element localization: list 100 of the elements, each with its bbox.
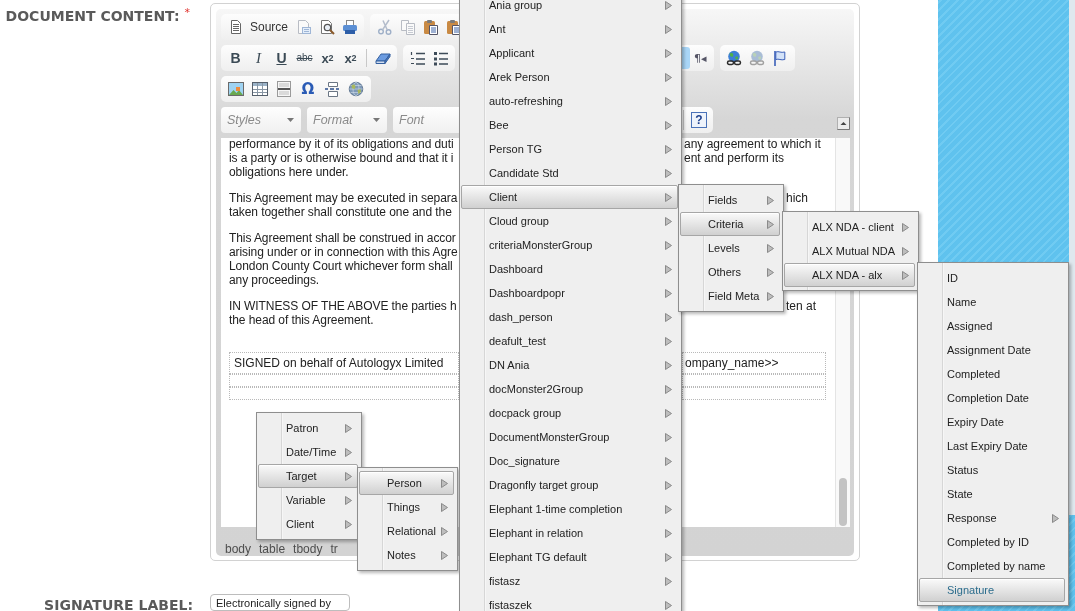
menu-item[interactable]: Completed by name: [919, 554, 1065, 578]
picture-icon[interactable]: [228, 81, 244, 97]
required-marker: *: [184, 6, 190, 19]
menu-item[interactable]: Notes: [359, 543, 454, 567]
menu-item[interactable]: Completed: [919, 362, 1065, 386]
menu-item[interactable]: Person: [359, 471, 454, 495]
collapse-icon[interactable]: [837, 117, 850, 130]
globe-link-icon[interactable]: [726, 50, 743, 66]
italic-button[interactable]: I: [247, 47, 270, 69]
paragraph-text: This Agreement may be executed in separa taken together shall constitute one and the: [229, 191, 459, 219]
menu-item[interactable]: ALX Mutual NDA: [784, 239, 915, 263]
menu-item[interactable]: Elephant in relation: [461, 521, 678, 545]
menu-item[interactable]: Variable: [258, 488, 358, 512]
menu-item[interactable]: Person TG: [461, 137, 678, 161]
menu-item[interactable]: Elephant TG default: [461, 545, 678, 569]
bulleted-list-icon[interactable]: [432, 50, 449, 66]
page-magnifier-icon[interactable]: [318, 19, 335, 35]
menu-item[interactable]: Last Expiry Date: [919, 434, 1065, 458]
superscript-button[interactable]: x$^{2}$: [339, 47, 362, 69]
menu-item[interactable]: Completed by ID: [919, 530, 1065, 554]
menu-item[interactable]: DocumentMonsterGroup: [461, 425, 678, 449]
menu-item[interactable]: Others: [680, 260, 780, 284]
path-item[interactable]: tbody: [293, 542, 323, 557]
menu-item[interactable]: Date/Time: [258, 440, 358, 464]
special-character-button[interactable]: Ω: [296, 78, 320, 100]
menu-item[interactable]: Criteria: [680, 212, 780, 236]
menu-item[interactable]: Client: [258, 512, 358, 536]
field-label: SIGNATURE LABEL:: [44, 597, 193, 611]
clipboard-icon[interactable]: [422, 19, 439, 35]
horizontal-rule-icon[interactable]: [276, 81, 292, 97]
menu-item[interactable]: Status: [919, 458, 1065, 482]
menu-item[interactable]: Dragonfly target group: [461, 473, 678, 497]
paragraph-text: This Agreement shall be construed in accor arising under or in connection with this Agre London County Court whichever form shall any proceedings.: [229, 231, 459, 287]
caret-icon: [373, 118, 380, 122]
menu-item[interactable]: auto-refreshing: [461, 89, 678, 113]
table-cell[interactable]: [682, 387, 826, 400]
menu-item[interactable]: fistasz: [461, 569, 678, 593]
table-cell[interactable]: SIGNED on behalf of Autologyx Limited: [229, 352, 459, 374]
eraser-icon[interactable]: [374, 50, 391, 66]
strikethrough-button[interactable]: abc: [293, 47, 316, 69]
page-break-icon[interactable]: [324, 81, 340, 97]
menu-item[interactable]: ALX NDA - alx: [784, 263, 915, 287]
menu-item[interactable]: deafult_test: [461, 329, 678, 353]
menu-item[interactable]: State: [919, 482, 1065, 506]
menu-item[interactable]: fistaszek: [461, 593, 678, 611]
menu-item[interactable]: Elephant 1-time completion: [461, 497, 678, 521]
menu-item[interactable]: criteriaMonsterGroup: [461, 233, 678, 257]
menu-item[interactable]: Expiry Date: [919, 410, 1065, 434]
path-item[interactable]: tr: [330, 542, 338, 557]
menu-item[interactable]: Candidate Std: [461, 161, 678, 185]
help-button[interactable]: ?: [691, 112, 707, 128]
menu-item[interactable]: ID: [919, 266, 1065, 290]
paragraph-text: ten at: [786, 299, 817, 313]
menu-item[interactable]: Response: [919, 506, 1065, 530]
text-field[interactable]: Electronically signed by: [210, 594, 350, 611]
table-cell[interactable]: [229, 387, 459, 400]
paragraph-text: any agreement to which it ent and perform its: [684, 138, 821, 165]
document-icon: [228, 19, 244, 35]
menu-item[interactable]: DN Ania: [461, 353, 678, 377]
menu-item[interactable]: Signature: [919, 578, 1065, 602]
menu-item[interactable]: Completion Date: [919, 386, 1065, 410]
menu-item[interactable]: docMonster2Group: [461, 377, 678, 401]
menu-item[interactable]: Assignment Date: [919, 338, 1065, 362]
menu-item[interactable]: Ania group: [461, 0, 678, 17]
menu-item[interactable]: Client: [461, 185, 678, 209]
numbered-list-icon[interactable]: [409, 50, 426, 66]
menu-item[interactable]: Name: [919, 290, 1065, 314]
menu-item[interactable]: ALX NDA - client: [784, 215, 915, 239]
menu-item[interactable]: Levels: [680, 236, 780, 260]
menu-item[interactable]: Dashboard: [461, 257, 678, 281]
menu-item[interactable]: Bee: [461, 113, 678, 137]
table-icon[interactable]: [252, 81, 268, 97]
menu-item[interactable]: Cloud group: [461, 209, 678, 233]
menu-item[interactable]: Relational: [359, 519, 454, 543]
globe-icon[interactable]: [348, 81, 364, 97]
scrollbar-thumb[interactable]: [839, 478, 847, 526]
menu-item[interactable]: Fields: [680, 188, 780, 212]
faded-globe-link-icon[interactable]: [749, 50, 766, 66]
menu-item[interactable]: Applicant: [461, 41, 678, 65]
table-cell[interactable]: [229, 374, 459, 387]
menu-item[interactable]: Field Meta: [680, 284, 780, 308]
menu-item[interactable]: Patron: [258, 416, 358, 440]
path-item[interactable]: table: [259, 542, 286, 557]
menu-item[interactable]: Things: [359, 495, 454, 519]
paragraph-text: performance by it of its obligations and duti is a party or is otherwise bound and that it i obligations here under.: [229, 138, 455, 179]
table-cell[interactable]: [682, 374, 826, 387]
menu-item[interactable]: Dashboardpopr: [461, 281, 678, 305]
printer-icon[interactable]: [341, 19, 358, 35]
paragraph-text: IN WITNESS OF THE ABOVE the parties h the head of this Agreement.: [229, 299, 458, 327]
path-item[interactable]: body: [225, 542, 252, 557]
menu-item[interactable]: docpack group: [461, 401, 678, 425]
menu-item[interactable]: Arek Person: [461, 65, 678, 89]
menu-item[interactable]: Assigned: [919, 314, 1065, 338]
menu-item[interactable]: Ant: [461, 17, 678, 41]
underline-button[interactable]: U: [270, 47, 293, 69]
bold-button[interactable]: B: [224, 47, 247, 69]
menu-item[interactable]: dash_person: [461, 305, 678, 329]
caret-icon: [287, 118, 294, 122]
menu-item[interactable]: Doc_signature: [461, 449, 678, 473]
menu-item[interactable]: Target: [258, 464, 358, 488]
